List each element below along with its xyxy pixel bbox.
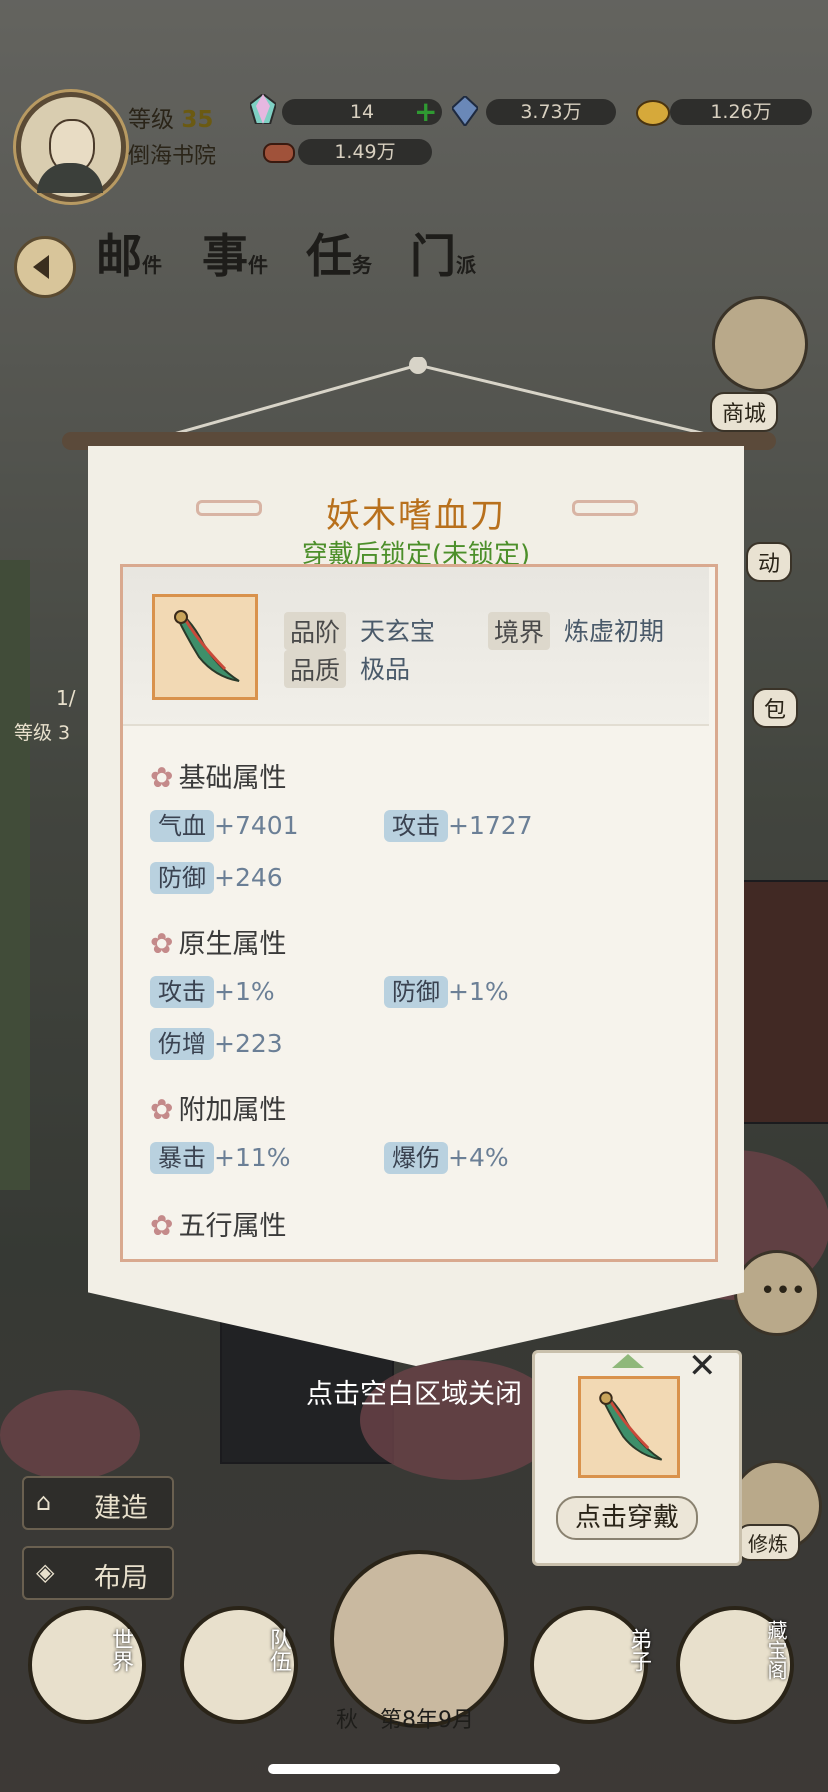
house-icon: ⌂ bbox=[36, 1488, 52, 1516]
disciples-label: 弟子 bbox=[626, 1628, 651, 1672]
grid-icon: ◈ bbox=[36, 1558, 55, 1586]
level-value: 35 bbox=[181, 107, 214, 133]
equip-button[interactable]: 点击穿戴 bbox=[556, 1496, 698, 1540]
stat-value: +1727 bbox=[448, 811, 533, 840]
stat-name: 攻击 bbox=[384, 810, 448, 842]
wood-count: 1.49万 bbox=[298, 139, 432, 165]
layout-label: 布局 bbox=[94, 1563, 148, 1594]
section-title: 原生属性 bbox=[178, 929, 287, 960]
player-avatar[interactable] bbox=[16, 92, 126, 202]
saber-icon bbox=[599, 1391, 663, 1461]
stat-name: 爆伤 bbox=[384, 1142, 448, 1174]
team-label: 队伍 bbox=[266, 1628, 291, 1672]
build-button[interactable]: ⌂ 建造 bbox=[22, 1476, 174, 1530]
left-building-level: 等级 3 bbox=[14, 722, 71, 744]
grade-value: 天玄宝 bbox=[360, 617, 436, 646]
flower-icon: ✿ bbox=[150, 761, 174, 794]
stat-name: 暴击 bbox=[150, 1142, 214, 1174]
rainbow-crystal-icon bbox=[250, 94, 276, 124]
stat-row: 气血 +7401 bbox=[150, 806, 299, 842]
treasure-label: 藏宝阁 bbox=[764, 1620, 788, 1680]
chevron-up-icon bbox=[612, 1354, 644, 1368]
flower-icon: ✿ bbox=[150, 1209, 174, 1242]
stat-row: 防御 +246 bbox=[150, 858, 283, 894]
shop-icon[interactable] bbox=[712, 296, 808, 392]
world-label: 世界 bbox=[108, 1628, 133, 1672]
level-label: 等级 bbox=[128, 107, 174, 133]
disciples-button[interactable]: 弟子 bbox=[530, 1606, 651, 1724]
scroll-hanging-string bbox=[170, 357, 710, 437]
stat-name: 防御 bbox=[384, 976, 448, 1008]
stat-value: +4% bbox=[448, 1143, 509, 1172]
item-name: 妖木嗜血刀 bbox=[326, 496, 506, 536]
stat-row: 攻击 +1% bbox=[150, 972, 275, 1008]
saber-icon bbox=[174, 610, 240, 682]
stat-name: 防御 bbox=[150, 862, 214, 894]
stat-row: 攻击 +1727 bbox=[384, 806, 533, 842]
season-date: 秋 第8年9月 bbox=[336, 1702, 474, 1734]
section-basic-stats: ✿ 基础属性 bbox=[150, 756, 287, 795]
bag-label[interactable]: 包 bbox=[752, 688, 799, 728]
shop-label[interactable]: 商城 bbox=[710, 392, 779, 432]
nav-events[interactable]: 事件 bbox=[202, 220, 268, 286]
back-button[interactable] bbox=[14, 236, 76, 298]
world-button[interactable]: 世界 bbox=[28, 1606, 146, 1724]
gold-ore-icon bbox=[636, 100, 670, 126]
stat-row: 伤增 +223 bbox=[150, 1024, 283, 1060]
stat-name: 攻击 bbox=[150, 976, 214, 1008]
stat-value: +7401 bbox=[214, 811, 299, 840]
stat-row: 爆伤 +4% bbox=[384, 1138, 509, 1174]
player-level: 等级 35 bbox=[128, 100, 213, 134]
team-button[interactable]: 队伍 bbox=[180, 1606, 298, 1724]
wood-log-icon bbox=[263, 143, 295, 163]
section-title: 五行属性 bbox=[178, 1211, 287, 1242]
realm-value: 炼虚初期 bbox=[564, 617, 665, 646]
close-icon[interactable]: ✕ bbox=[688, 1346, 717, 1386]
home-indicator[interactable] bbox=[268, 1764, 560, 1774]
flower-icon: ✿ bbox=[150, 927, 174, 960]
chat-dots-icon: ••• bbox=[760, 1276, 807, 1306]
date-label: 第8年9月 bbox=[380, 1708, 475, 1733]
cultivate-label[interactable]: 修炼 bbox=[736, 1524, 800, 1561]
gold-ore-count: 1.26万 bbox=[670, 99, 812, 125]
quality-value: 极品 bbox=[360, 655, 411, 684]
stat-name: 气血 bbox=[150, 810, 214, 842]
sect-name: 倒海书院 bbox=[128, 144, 217, 169]
season-label: 秋 bbox=[336, 1708, 359, 1733]
blue-stone-icon bbox=[452, 96, 478, 126]
activity-label[interactable]: 动 bbox=[746, 542, 793, 582]
section-title: 基础属性 bbox=[178, 763, 287, 794]
stat-value: +246 bbox=[214, 863, 283, 892]
nav-sect[interactable]: 门派 bbox=[410, 220, 476, 286]
blue-stone-count: 3.73万 bbox=[486, 99, 616, 125]
section-native-stats: ✿ 原生属性 bbox=[150, 922, 287, 961]
stat-row: 防御 +1% bbox=[384, 972, 509, 1008]
treasure-button[interactable]: 藏宝阁 bbox=[676, 1606, 794, 1724]
quality-label: 品质 bbox=[284, 650, 347, 688]
build-label: 建造 bbox=[94, 1493, 148, 1524]
section-extra-stats: ✿ 附加属性 bbox=[150, 1088, 287, 1127]
nav-tasks[interactable]: 任务 bbox=[306, 220, 372, 286]
grade-label: 品阶 bbox=[284, 612, 347, 650]
realm-label: 境界 bbox=[488, 612, 551, 650]
stat-value: +1% bbox=[448, 977, 509, 1006]
stat-name: 伤增 bbox=[150, 1028, 214, 1060]
avatar-robe bbox=[37, 163, 103, 193]
flower-icon: ✿ bbox=[150, 1093, 174, 1126]
layout-button[interactable]: ◈ 布局 bbox=[22, 1546, 174, 1600]
header-divider bbox=[123, 724, 709, 726]
add-crystal-plus-icon[interactable]: + bbox=[414, 98, 437, 126]
left-building-count: 1/ bbox=[56, 686, 76, 710]
section-title: 附加属性 bbox=[178, 1095, 287, 1126]
stat-value: +11% bbox=[214, 1143, 291, 1172]
nav-mail[interactable]: 邮件 bbox=[96, 220, 162, 286]
stat-value: +223 bbox=[214, 1029, 283, 1058]
stat-value: +1% bbox=[214, 977, 275, 1006]
blade-item-icon[interactable] bbox=[578, 1376, 680, 1478]
section-element-stats: ✿ 五行属性 bbox=[150, 1204, 287, 1243]
blade-item-icon bbox=[152, 594, 258, 700]
stat-row: 暴击 +11% bbox=[150, 1138, 291, 1174]
